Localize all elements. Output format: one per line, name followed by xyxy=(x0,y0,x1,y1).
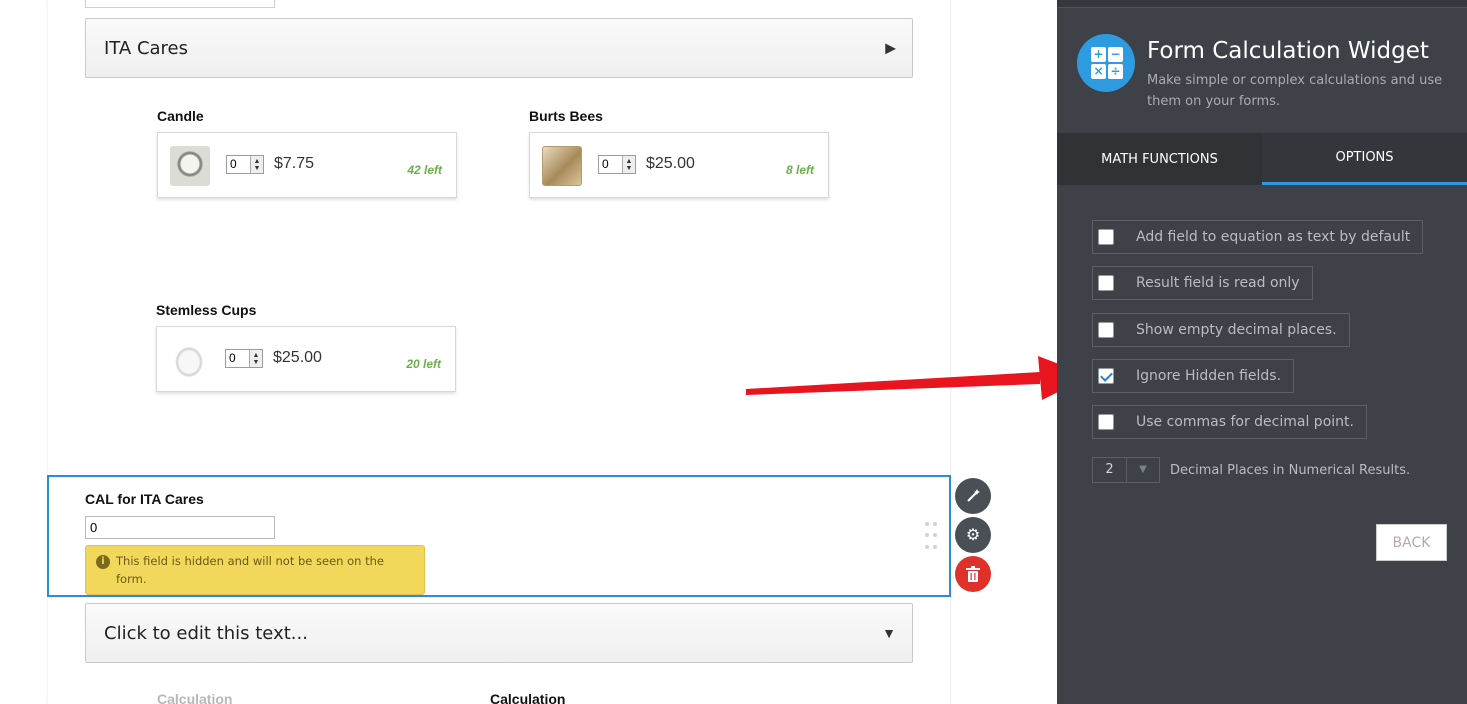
checkbox[interactable] xyxy=(1098,414,1114,430)
product-price: $25.00 xyxy=(273,349,322,366)
option-ignore-hidden[interactable]: Ignore Hidden fields. xyxy=(1092,359,1295,393)
product-candle: Candle 0 ▲ ▼ $7.75 42 left xyxy=(157,108,457,198)
decimal-places-label: Decimal Places in Numerical Results. xyxy=(1170,462,1411,478)
calculation-result-input[interactable]: 0 xyxy=(85,516,275,539)
product-image xyxy=(542,146,582,186)
spinner-arrows-icon[interactable]: ▲ ▼ xyxy=(622,156,635,173)
quantity-value[interactable]: 0 xyxy=(599,156,622,173)
collapse-title[interactable]: Click to edit this text... xyxy=(104,623,308,644)
product-card: 0 ▲ ▼ $25.00 20 left xyxy=(156,326,456,392)
collapse-header-text[interactable]: Click to edit this text... ▼ xyxy=(85,603,913,663)
option-read-only[interactable]: Result field is read only xyxy=(1092,266,1313,300)
collapse-title: ITA Cares xyxy=(104,37,188,59)
trash-icon[interactable] xyxy=(955,556,991,592)
magic-wand-icon[interactable] xyxy=(955,478,991,514)
form-canvas: ITA Cares ▶ Candle 0 ▲ ▼ $7.75 42 left Bu… xyxy=(0,0,1090,704)
product-card: 0 ▲ ▼ $25.00 8 left xyxy=(529,132,829,198)
drag-handle-icon[interactable] xyxy=(925,522,937,552)
widget-settings-panel: + − × ÷ Form Calculation Widget Make simple… xyxy=(1057,0,1467,704)
panel-title: Form Calculation Widget xyxy=(1147,38,1429,64)
calculator-icon: + − × ÷ xyxy=(1077,34,1135,92)
checkbox[interactable] xyxy=(1098,275,1114,291)
decimal-places-value[interactable]: 2 xyxy=(1093,458,1127,482)
info-icon: i xyxy=(96,555,110,569)
panel-top-strip xyxy=(1057,0,1467,8)
option-label: Ignore Hidden fields. xyxy=(1136,368,1282,384)
panel-subtitle: Make simple or complex calculations and … xyxy=(1147,73,1443,109)
quantity-value[interactable]: 0 xyxy=(227,156,250,173)
decimal-places-select[interactable]: 2 ▼ xyxy=(1092,457,1160,483)
back-button[interactable]: BACK xyxy=(1376,524,1447,561)
checkbox-checked[interactable] xyxy=(1098,368,1114,384)
quantity-stepper[interactable]: 0 ▲ ▼ xyxy=(225,349,263,368)
option-label: Use commas for decimal point. xyxy=(1136,414,1354,430)
collapse-header-ita-cares[interactable]: ITA Cares ▶ xyxy=(85,18,913,78)
chevron-down-icon[interactable]: ▼ xyxy=(882,625,896,641)
chevron-right-icon[interactable]: ▶ xyxy=(885,40,896,57)
product-price: $25.00 xyxy=(646,155,695,172)
quantity-value[interactable]: 0 xyxy=(226,350,249,367)
checkbox[interactable] xyxy=(1098,322,1114,338)
checkbox[interactable] xyxy=(1098,229,1114,245)
calculation-heading: Calculation xyxy=(490,691,566,704)
quantity-stepper[interactable]: 0 ▲ ▼ xyxy=(226,155,264,174)
product-name: Burts Bees xyxy=(529,108,603,124)
partial-input-field[interactable] xyxy=(85,0,275,8)
stock-left: 8 left xyxy=(785,163,814,177)
hidden-field-warning-text: This field is hidden and will not be see… xyxy=(116,554,384,586)
stock-left: 20 left xyxy=(406,357,441,371)
option-add-field-as-text[interactable]: Add field to equation as text by default xyxy=(1092,220,1424,254)
product-name: Candle xyxy=(157,108,204,124)
quantity-stepper[interactable]: 0 ▲ ▼ xyxy=(598,155,636,174)
product-name: Stemless Cups xyxy=(156,302,257,318)
product-card: 0 ▲ ▼ $7.75 42 left xyxy=(157,132,457,198)
field-label: CAL for ITA Cares xyxy=(85,491,204,507)
option-commas-decimal[interactable]: Use commas for decimal point. xyxy=(1092,405,1367,439)
product-burts-bees: Burts Bees 0 ▲ ▼ $25.00 8 left xyxy=(529,108,829,198)
tab-math-functions[interactable]: MATH FUNCTIONS xyxy=(1057,133,1262,185)
product-stemless-cups: Stemless Cups 0 ▲ ▼ $25.00 20 left xyxy=(156,302,456,392)
gear-icon[interactable]: ⚙ xyxy=(955,517,991,553)
spinner-arrows-icon[interactable]: ▲ ▼ xyxy=(249,350,262,367)
decimal-places-row: 2 ▼ Decimal Places in Numerical Results. xyxy=(1092,457,1410,483)
calculation-heading: Calculation xyxy=(157,691,233,704)
option-label: Show empty decimal places. xyxy=(1136,322,1337,338)
option-empty-decimals[interactable]: Show empty decimal places. xyxy=(1092,313,1350,347)
option-label: Result field is read only xyxy=(1136,275,1300,291)
stock-left: 42 left xyxy=(407,163,442,177)
product-image xyxy=(170,146,210,186)
selected-calculation-field[interactable]: CAL for ITA Cares 0 i This field is hidd… xyxy=(47,475,951,597)
panel-tabs: MATH FUNCTIONS OPTIONS xyxy=(1057,133,1467,185)
chevron-down-icon[interactable]: ▼ xyxy=(1127,458,1159,482)
option-label: Add field to equation as text by default xyxy=(1136,229,1411,245)
spinner-arrows-icon[interactable]: ▲ ▼ xyxy=(250,156,263,173)
red-arrow-annotation xyxy=(746,356,1090,400)
hidden-field-warning: i This field is hidden and will not be s… xyxy=(85,545,425,595)
product-price: $7.75 xyxy=(274,155,315,172)
product-image xyxy=(169,340,209,380)
tab-options[interactable]: OPTIONS xyxy=(1262,133,1467,185)
